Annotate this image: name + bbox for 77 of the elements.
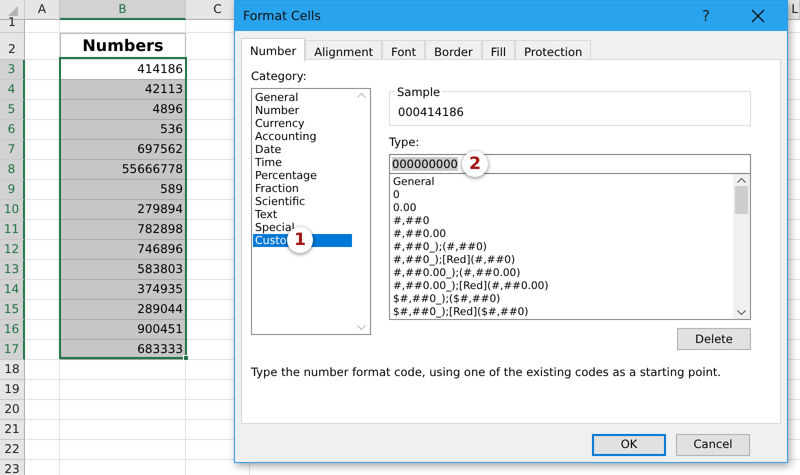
row-header[interactable]: 21 xyxy=(0,420,25,440)
format-code-item[interactable]: #,##0_);(#,##0) xyxy=(393,241,730,254)
category-item[interactable]: General xyxy=(253,91,352,104)
column-header[interactable]: B xyxy=(60,0,186,20)
table-cell: 279894 xyxy=(60,200,186,220)
format-code-item[interactable]: General xyxy=(393,176,730,190)
callout-badge: 2 xyxy=(462,151,488,178)
category-item[interactable]: Date xyxy=(253,143,352,156)
help-button[interactable]: ? xyxy=(691,8,721,24)
format-code-item[interactable]: #,##0.00_);(#,##0.00) xyxy=(393,267,730,280)
row-header[interactable]: 12 xyxy=(0,240,25,260)
category-item[interactable]: Currency xyxy=(253,117,352,130)
category-item[interactable]: Accounting xyxy=(253,130,352,144)
row-header[interactable]: 22 xyxy=(0,440,25,460)
row-header[interactable]: 6 xyxy=(0,120,25,140)
row-header[interactable]: 11 xyxy=(0,220,25,240)
table-cell: 4896 xyxy=(60,100,186,120)
row-header[interactable]: 14 xyxy=(0,280,25,300)
category-item[interactable]: Number xyxy=(253,104,352,118)
row-header[interactable]: 18 xyxy=(0,360,25,380)
column-header[interactable]: L xyxy=(788,0,800,20)
fill-handle[interactable] xyxy=(183,355,189,361)
row-header[interactable]: 13 xyxy=(0,260,25,280)
table-cell: 697562 xyxy=(60,140,186,160)
table-cell: 782898 xyxy=(60,220,186,240)
category-item[interactable]: Percentage xyxy=(253,169,352,182)
hint-text: Type the number format code, using one of the existing codes as a starting point. xyxy=(251,364,722,382)
table-cell: 746896 xyxy=(60,240,186,260)
row-header[interactable]: 8 xyxy=(0,160,25,180)
table-cell: 583803 xyxy=(60,260,186,280)
format-code-item[interactable]: #,##0.00 xyxy=(393,228,730,242)
chevron-down-icon[interactable] xyxy=(737,310,746,316)
close-icon[interactable] xyxy=(751,9,765,23)
format-code-item[interactable]: #,##0.00_);[Red](#,##0.00) xyxy=(393,280,730,294)
table-cell: 42113 xyxy=(60,80,186,100)
table-cell: 589 xyxy=(60,180,186,200)
format-code-item[interactable]: #,##0_);[Red](#,##0) xyxy=(393,254,730,268)
row-header[interactable]: 4 xyxy=(0,80,25,100)
row-header[interactable]: 19 xyxy=(0,380,25,400)
category-item[interactable]: Text xyxy=(253,208,352,222)
row-header[interactable]: 9 xyxy=(0,180,25,200)
format-code-item[interactable]: 0 xyxy=(393,189,730,202)
ok-button[interactable]: OK xyxy=(592,434,666,456)
row-header[interactable]: 7 xyxy=(0,140,25,160)
category-item[interactable]: Fraction xyxy=(253,182,352,196)
row-header[interactable]: 23 xyxy=(0,460,25,475)
row-header[interactable]: 16 xyxy=(0,320,25,340)
tab[interactable]: Number xyxy=(241,38,306,62)
category-item[interactable]: Scientific xyxy=(253,195,352,208)
sample-label: Sample xyxy=(395,84,442,102)
chevron-up-icon[interactable] xyxy=(737,178,746,184)
format-code-list[interactable]: General 0 0.00 #,##0 #,##0.00 #,##0_);(#,##0) #,##0_);[Red](#,##0) #,##0.00_);(#,##0.00) #,##0.00_);[Red](#,##0.00) $#,##0_);($#,##0) $#,##0_);[Red]($#,##0) xyxy=(389,174,751,320)
format-code-item[interactable]: $#,##0_);($#,##0) xyxy=(393,293,730,306)
scrollbar-thumb[interactable] xyxy=(735,186,748,214)
format-code-item[interactable]: $#,##0_);[Red]($#,##0) xyxy=(393,306,730,320)
row-header[interactable]: 3 xyxy=(0,60,25,80)
row-header[interactable]: 5 xyxy=(0,100,25,120)
column-header[interactable]: A xyxy=(25,0,60,20)
delete-button[interactable]: Delete xyxy=(677,328,751,350)
table-cell: 536 xyxy=(60,120,186,140)
triangle-icon xyxy=(8,6,18,16)
row-header[interactable]: 15 xyxy=(0,300,25,320)
row-header[interactable]: 10 xyxy=(0,200,25,220)
row-header[interactable]: 2 xyxy=(0,33,25,60)
table-cell: 55666778 xyxy=(60,160,186,180)
category-label: Category: xyxy=(251,68,308,85)
sample-value: 000414186 xyxy=(398,105,464,119)
format-code-item[interactable]: 0.00 xyxy=(393,202,730,216)
type-label: Type: xyxy=(389,134,420,151)
row-header[interactable]: 20 xyxy=(0,400,25,420)
cancel-button[interactable]: Cancel xyxy=(676,434,750,456)
table-cell: 374935 xyxy=(60,280,186,300)
table-cell: 900451 xyxy=(60,320,186,340)
row-header[interactable]: 17 xyxy=(0,340,25,360)
format-code-item[interactable]: #,##0 xyxy=(393,215,730,228)
table-cell: 289044 xyxy=(60,300,186,320)
category-item[interactable]: Time xyxy=(253,156,352,170)
